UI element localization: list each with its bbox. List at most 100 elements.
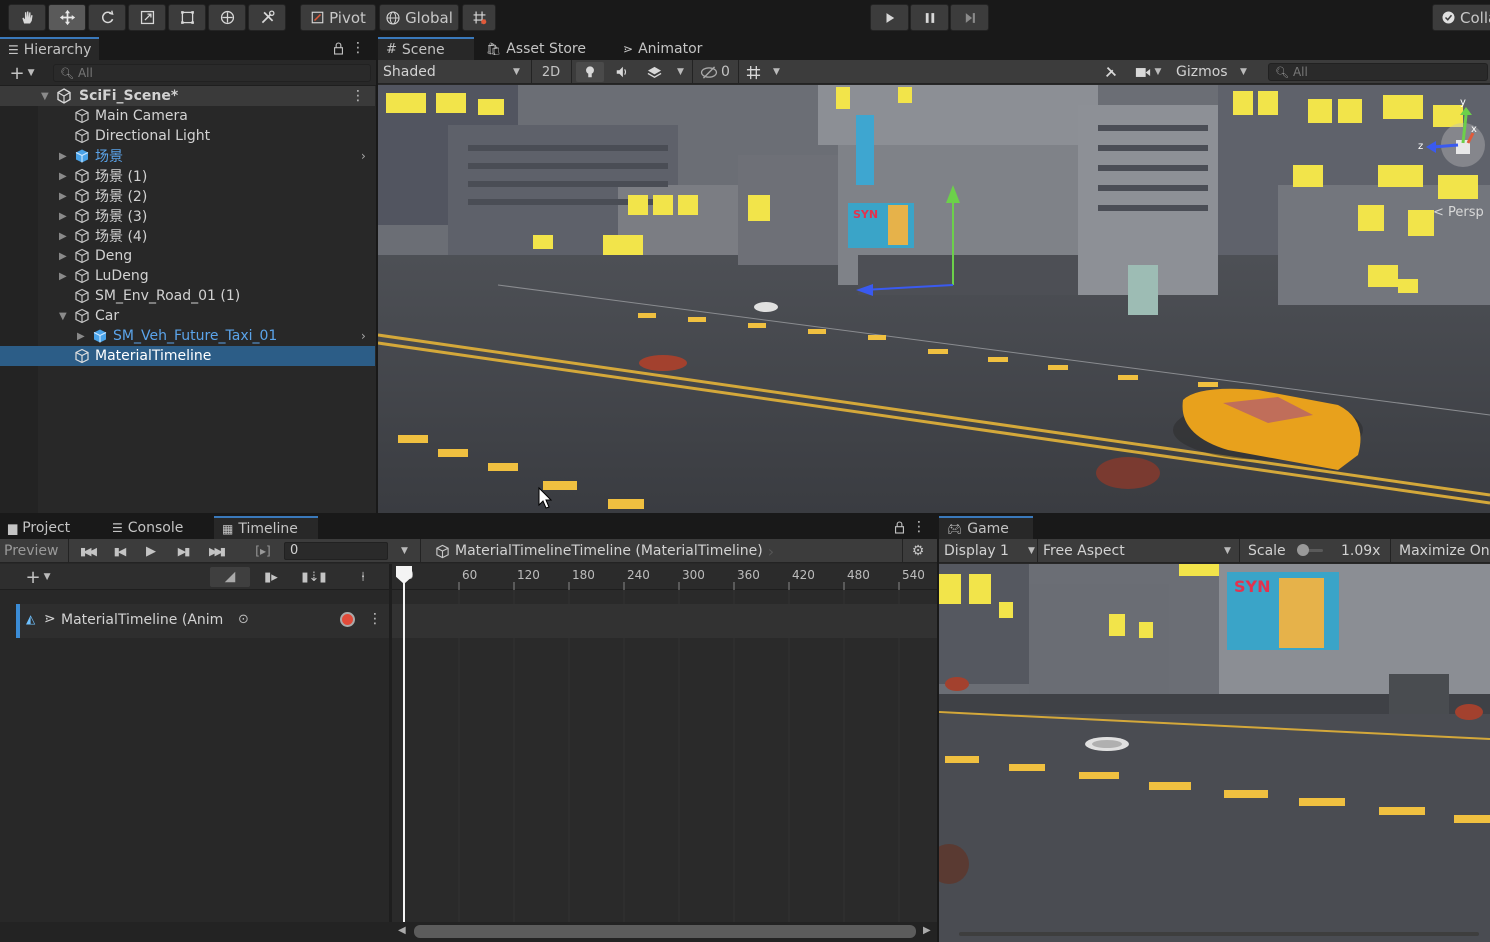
grid-toggle[interactable] <box>742 62 764 82</box>
record-icon[interactable] <box>340 612 355 627</box>
hierarchy-item-car[interactable]: ▼ Car <box>0 306 375 326</box>
rotate-tool-button[interactable] <box>88 4 126 31</box>
hidden-objects-toggle[interactable]: 0 <box>696 62 734 82</box>
chevron-down-icon[interactable]: ▼ <box>677 67 684 77</box>
timeline-asset-breadcrumb[interactable]: MaterialTimelineTimeline (MaterialTimeli… <box>435 541 774 561</box>
goto-end-button[interactable]: ▶▶▮ <box>202 542 230 560</box>
hierarchy-item-changjing[interactable]: ▶ 场景 › <box>0 146 375 166</box>
expand-arrow-icon[interactable]: ▼ <box>41 91 49 102</box>
tab-project[interactable]: ▆ Project <box>0 517 78 539</box>
snap-button[interactable]: ⍿ <box>352 567 374 587</box>
play-button[interactable] <box>870 4 909 31</box>
tab-game[interactable]: 🎮︎ Game <box>939 516 1033 539</box>
expand-arrow-icon[interactable]: ▶ <box>77 331 85 342</box>
effects-toggle[interactable] <box>640 62 668 82</box>
tab-animator[interactable]: ⋗ Animator <box>615 38 710 60</box>
persp-label[interactable]: < Persp <box>1433 205 1484 220</box>
pause-button[interactable] <box>910 4 949 31</box>
audio-toggle[interactable] <box>608 62 636 82</box>
scene-viewport[interactable]: SYN y z x < Persp <box>378 85 1490 513</box>
display-dropdown[interactable]: Display 1 ▼ <box>944 541 1039 561</box>
game-scrollbar[interactable] <box>959 932 1479 936</box>
tab-scene[interactable]: # Scene <box>378 37 474 60</box>
scroll-left-icon[interactable]: ◀ <box>398 925 406 936</box>
mix-edit-button[interactable]: ▮⇣▮ <box>296 567 332 587</box>
create-dropdown-button[interactable]: + ▼ <box>5 63 39 84</box>
ripple-edit-button[interactable] <box>210 567 250 587</box>
hierarchy-search-input[interactable]: 🔍︎ All <box>53 64 371 82</box>
animation-track-header[interactable]: ◭ ⋗ MaterialTimeline (Anim ⊙ ⋮ <box>16 604 389 638</box>
transform-tool-button[interactable] <box>208 4 246 31</box>
aspect-dropdown[interactable]: Free Aspect ▼ <box>1043 541 1238 561</box>
gizmos-dropdown[interactable]: Gizmos ▼ <box>1176 62 1256 82</box>
lighting-toggle[interactable] <box>576 62 604 82</box>
tab-timeline[interactable]: ▦ Timeline <box>214 516 318 539</box>
add-track-button[interactable]: + ▼ <box>18 567 58 588</box>
rect-tool-button[interactable] <box>168 4 206 31</box>
timeline-ruler[interactable]: 0 60 120 180 240 300 360 420 480 540 <box>392 564 937 590</box>
collapse-arrow-icon[interactable]: ▼ <box>59 311 67 322</box>
prev-frame-button[interactable]: ▮◀ <box>106 542 132 560</box>
expand-arrow-icon[interactable]: ▶ <box>59 271 67 282</box>
scene-kebab-icon[interactable]: ⋮ <box>351 88 365 104</box>
expand-arrow-icon[interactable]: ▶ <box>59 251 67 262</box>
kebab-menu-icon[interactable]: ⋮ <box>351 40 365 56</box>
global-toggle[interactable]: Global <box>379 4 459 31</box>
scroll-right-icon[interactable]: ▶ <box>923 925 931 936</box>
lock-icon[interactable] <box>331 40 345 56</box>
tracks-area[interactable] <box>392 590 937 922</box>
hierarchy-item-changjing-2[interactable]: ▶ 场景 (2) <box>0 186 375 206</box>
hierarchy-item-deng[interactable]: ▶ Deng <box>0 246 375 266</box>
expand-arrow-icon[interactable]: ▶ <box>59 191 67 202</box>
scale-slider-thumb[interactable] <box>1297 544 1309 556</box>
object-picker-icon[interactable]: ⊙ <box>238 612 249 627</box>
chevron-right-icon[interactable]: › <box>361 149 366 163</box>
lock-icon[interactable] <box>892 519 906 535</box>
hierarchy-item-main-camera[interactable]: Main Camera <box>0 106 375 126</box>
scale-tool-button[interactable] <box>128 4 166 31</box>
hand-tool-button[interactable] <box>8 4 46 31</box>
timeline-settings-button[interactable]: ⚙ <box>908 542 928 560</box>
tab-console[interactable]: ☰ Console <box>104 517 191 539</box>
hierarchy-item-changjing-3[interactable]: ▶ 场景 (3) <box>0 206 375 226</box>
custom-tool-button[interactable] <box>248 4 286 31</box>
maximize-on-play-toggle[interactable]: Maximize On <box>1399 541 1490 561</box>
hierarchy-item-env-road[interactable]: SM_Env_Road_01 (1) <box>0 286 375 306</box>
shading-mode-dropdown[interactable]: Shaded ▼ <box>383 62 526 82</box>
grid-snap-button[interactable] <box>462 4 496 31</box>
move-tool-button[interactable] <box>48 4 86 31</box>
hierarchy-item-changjing-1[interactable]: ▶ 场景 (1) <box>0 166 375 186</box>
expand-arrow-icon[interactable]: ▶ <box>59 211 67 222</box>
kebab-menu-icon[interactable]: ⋮ <box>912 519 926 535</box>
game-viewport[interactable]: SYN <box>939 564 1490 942</box>
expand-arrow-icon[interactable]: ▶ <box>59 151 67 162</box>
toggle-2d-button[interactable]: 2D <box>536 62 566 82</box>
playhead-line[interactable] <box>403 566 405 922</box>
track-kebab-icon[interactable]: ⋮ <box>368 611 382 627</box>
replace-edit-button[interactable]: ▮▸ <box>256 567 286 587</box>
goto-start-button[interactable]: ▮◀◀ <box>74 542 100 560</box>
expand-arrow-icon[interactable]: ▶ <box>59 231 67 242</box>
scene-header-row[interactable]: ▼ SciFi_Scene* ⋮ <box>0 86 375 106</box>
step-button[interactable] <box>950 4 989 31</box>
scene-tools-button[interactable] <box>1100 62 1122 82</box>
next-frame-button[interactable]: ▶▮ <box>170 542 196 560</box>
expand-arrow-icon[interactable]: ▶ <box>59 171 67 182</box>
timeline-scrollbar-thumb[interactable] <box>414 925 916 938</box>
collab-button[interactable]: Colla <box>1432 4 1490 31</box>
tab-asset-store[interactable]: 🛍︎ Asset Store <box>478 38 594 60</box>
camera-settings-button[interactable]: ▼ <box>1130 62 1166 82</box>
hierarchy-item-directional-light[interactable]: Directional Light <box>0 126 375 146</box>
tab-hierarchy[interactable]: ☰ Hierarchy <box>0 37 100 60</box>
scene-search-input[interactable]: 🔍︎ All <box>1268 63 1488 81</box>
play-range-button[interactable]: [▸] <box>250 542 276 560</box>
hierarchy-item-taxi[interactable]: ▶ SM_Veh_Future_Taxi_01 › <box>0 326 375 346</box>
timeline-play-button[interactable]: ▶ <box>138 542 164 560</box>
hierarchy-item-changjing-4[interactable]: ▶ 场景 (4) <box>0 226 375 246</box>
chevron-down-icon[interactable]: ▼ <box>773 67 780 77</box>
hierarchy-item-ludeng[interactable]: ▶ LuDeng <box>0 266 375 286</box>
chevron-right-icon[interactable]: › <box>361 329 366 343</box>
hierarchy-item-material-timeline[interactable]: MaterialTimeline <box>0 346 375 366</box>
chevron-down-icon[interactable]: ▼ <box>401 546 408 556</box>
frame-input[interactable]: 0 <box>284 542 388 560</box>
